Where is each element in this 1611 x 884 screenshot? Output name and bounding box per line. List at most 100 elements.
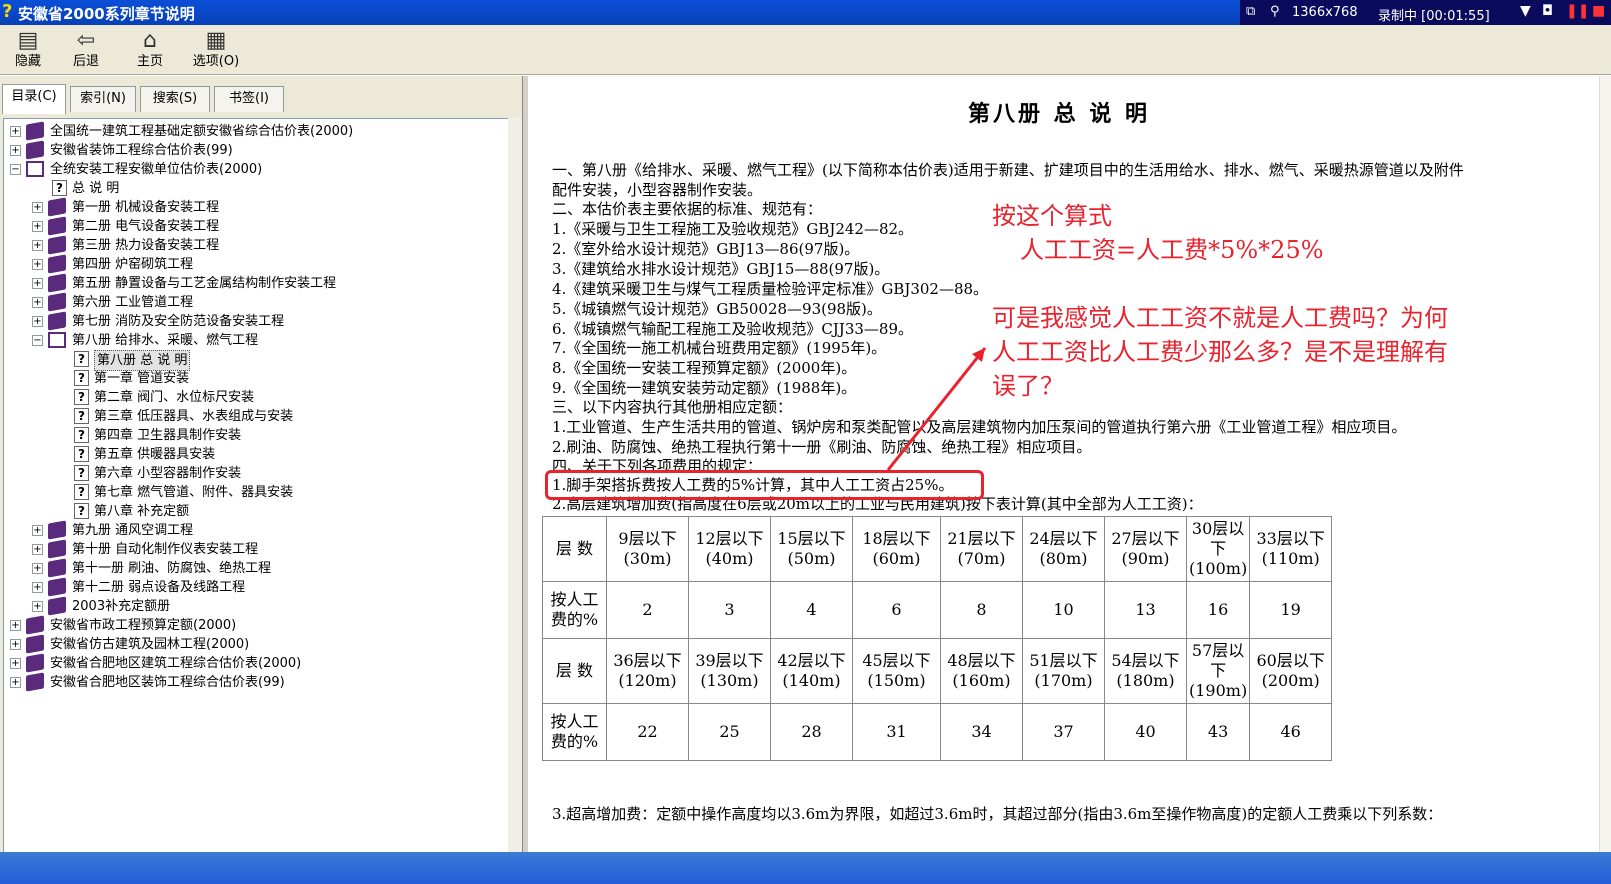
doc-line: 7.《全国统一施工机械台班费用定额》(1995年)。 [552,339,887,357]
tab-index[interactable]: 索引(N) [70,86,136,112]
tab-search[interactable]: 搜索(S) [140,86,210,112]
tab-contents[interactable]: 目录(C) [2,84,66,114]
taskbar [0,852,1611,884]
table-cell: 37 [1022,703,1105,761]
help-page-icon: ? [74,503,89,519]
expand-icon[interactable]: + [10,145,21,156]
tree-node-label: 总 说 明 [72,181,120,196]
expand-icon[interactable]: + [10,658,21,669]
doc-line: 3.超高增加费：定额中操作高度均以3.6m为界限，如超过3.6m时，其超过部分(… [552,805,1443,823]
doc-line: 2.刷油、防腐蚀、绝热工程执行第十一册《刷油、防腐蚀、绝热工程》相应项目。 [552,438,1092,456]
expand-icon[interactable]: + [32,297,43,308]
book-closed-icon [48,539,66,559]
tree-node-label: 第三章 低压器具、水表组成与安装 [94,409,294,424]
tree-node-label: 第七章 燃气管道、附件、器具安装 [94,485,294,500]
expand-icon[interactable]: + [10,620,21,631]
collapse-icon[interactable]: − [32,335,43,346]
annotation-arrow [886,347,987,471]
doc-line: 1.《采暖与卫生工程施工及验收规范》GBJ242—82。 [552,220,914,238]
zoom-icon[interactable]: ⚲ [1270,4,1280,19]
hide-button[interactable]: ▤ 隐藏 [0,28,56,72]
content-scrollbar[interactable] [1599,76,1611,852]
doc-line: 2.《室外给水设计规范》GBJ13—86(97版)。 [552,240,860,258]
recorder-resolution: 1366x768 [1292,5,1358,20]
expand-icon[interactable]: + [32,525,43,536]
tree-node-label: 全国统一建筑工程基础定额安徽省综合估价表(2000) [50,124,354,139]
recorder-bar: ⧉ ⚲ 1366x768 录制中 [00:01:55] ▼ ◘ ❚❚ ■ [1240,0,1611,25]
options-icon: ▦ [205,28,227,53]
book-closed-icon [48,197,66,217]
help-app-icon: ? [2,1,13,22]
tree-node-label: 第九册 通风空调工程 [72,523,194,538]
help-page-icon: ? [74,427,89,443]
doc-line: 4.《建筑采暖卫生与煤气工程质量检验评定标准》GBJ302—88。 [552,280,989,298]
tree-node-label: 第十一册 刷油、防腐蚀、绝热工程 [72,561,272,576]
expand-icon[interactable]: + [32,563,43,574]
tree-node-label: 安徽省合肥地区建筑工程综合估价表(2000) [50,656,302,671]
tree-node-label: 安徽省合肥地区装饰工程综合估价表(99) [50,675,285,690]
options-button[interactable]: ▦ 选项(O) [186,28,246,72]
camera-icon[interactable]: ◘ [1542,3,1553,19]
back-label: 后退 [72,54,99,69]
table-cell: 10 [1022,581,1105,639]
back-arrow-icon: ⇦ [76,28,96,53]
home-icon: ⌂ [143,28,157,53]
table-cell: 6 [852,581,941,639]
doc-line: 9.《全国统一建筑安装劳动定额》(1988年)。 [552,379,857,397]
home-button[interactable]: ⌂ 主页 [122,28,178,72]
expand-icon[interactable]: + [32,582,43,593]
book-closed-icon [26,140,44,160]
tree-node-label: 第四章 卫生器具制作安装 [94,428,242,443]
book-closed-icon [48,596,66,616]
expand-icon[interactable]: + [10,126,21,137]
expand-icon[interactable]: + [32,221,43,232]
table-cell: 34 [940,703,1023,761]
tree-node-label: 安徽省市政工程预算定额(2000) [50,618,237,633]
expand-icon[interactable]: + [32,544,43,555]
table-cell: 31 [852,703,941,761]
book-closed-icon [48,558,66,578]
table-cell: 48层以下(160m) [940,638,1023,704]
row-label: 层 数 [542,516,607,582]
annotation-line: 人工工资=人工费*5%*25% [1020,236,1324,264]
expand-icon[interactable]: + [10,639,21,650]
expand-icon[interactable]: + [32,278,43,289]
expand-icon[interactable]: + [32,601,43,612]
tree-node-label: 安徽省装饰工程综合估价表(99) [50,143,233,158]
expand-icon[interactable]: + [32,259,43,270]
table-cell: 15层以下(50m) [770,516,853,582]
navigation-pane: 目录(C) 索引(N) 搜索(S) 书签(I) + 全国统一建筑工程基础定额安徽省… [0,76,522,884]
book-closed-icon [26,121,44,141]
book-closed-icon [26,615,44,635]
table-cell: 40 [1104,703,1187,761]
collapse-icon[interactable]: − [10,164,21,175]
expand-icon[interactable]: + [10,677,21,688]
book-open-icon [26,161,44,177]
book-closed-icon [48,216,66,236]
book-closed-icon [48,520,66,540]
annotation-line: 按这个算式 [992,202,1112,230]
row-label: 按人工费的% [542,703,607,761]
title-bar: ? 安徽省2000系列章节说明 ⧉ ⚲ 1366x768 录制中 [00:01:… [0,0,1611,25]
table-cell: 25 [688,703,771,761]
pause-icon[interactable]: ❚❚ [1566,3,1589,19]
stop-icon[interactable]: ■ [1592,3,1605,19]
table-cell: 39层以下(130m) [688,638,771,704]
expand-icon[interactable]: + [32,240,43,251]
dropdown-icon[interactable]: ▼ [1520,3,1531,19]
expand-icon[interactable]: + [32,316,43,327]
expand-icon[interactable]: + [32,202,43,213]
tree-node-label: 第八册 总 说 明 [94,350,191,371]
table-cell: 21层以下(70m) [940,516,1023,582]
annotation-line: 可是我感觉人工工资不就是人工费吗？为何 [992,304,1448,332]
tab-bookmarks[interactable]: 书签(I) [214,86,284,112]
table-cell: 46 [1249,703,1333,761]
table-cell: 12层以下(40m) [688,516,771,582]
back-button[interactable]: ⇦ 后退 [58,28,114,72]
doc-line: 8.《全国统一安装工程预算定额》(2000年)。 [552,359,857,377]
hide-label: 隐藏 [14,54,41,69]
window-icon[interactable]: ⧉ [1246,4,1255,19]
annotation-line: 人工工资比人工费少那么多？是不是理解有 [992,338,1448,366]
tree-scrollbar[interactable] [508,118,522,884]
doc-line: 3.《建筑给水排水设计规范》GBJ15—88(97版)。 [552,260,890,278]
